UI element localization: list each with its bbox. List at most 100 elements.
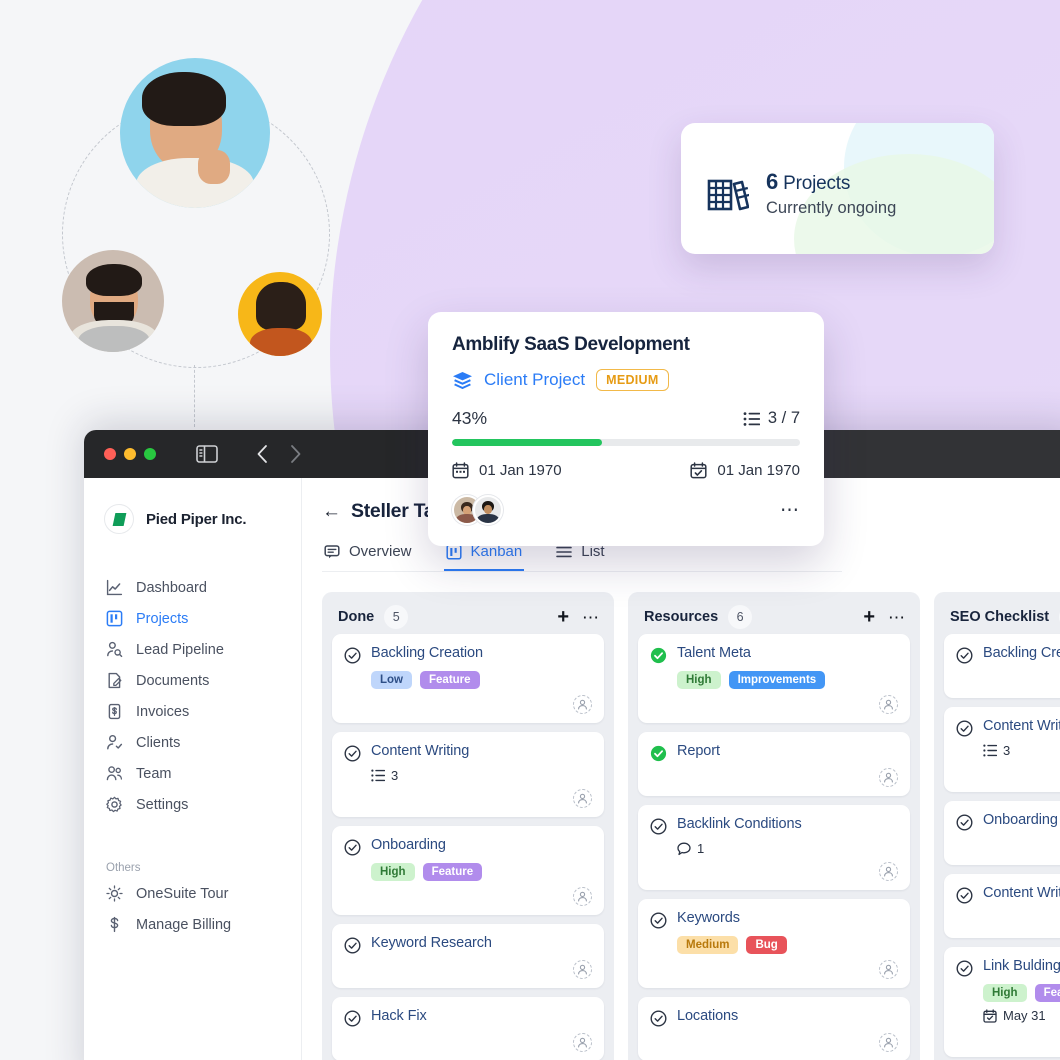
tab-label: Overview bbox=[349, 543, 412, 560]
close-window-button[interactable] bbox=[104, 448, 116, 460]
sidebar-item-projects[interactable]: Projects bbox=[84, 603, 301, 634]
tag: High bbox=[983, 984, 1027, 1002]
assignee-placeholder-icon[interactable] bbox=[879, 862, 898, 881]
sidebar-label: Dashboard bbox=[136, 579, 207, 596]
assignee-placeholder-icon[interactable] bbox=[879, 695, 898, 714]
dollar-icon bbox=[106, 916, 123, 933]
sidebar-item-clients[interactable]: Clients bbox=[84, 727, 301, 758]
assignee-placeholder-icon[interactable] bbox=[879, 960, 898, 979]
ellipsis-icon[interactable]: ⋯ bbox=[582, 609, 600, 626]
card-meta: 3 bbox=[371, 768, 592, 783]
sidebar-item-team[interactable]: Team bbox=[84, 758, 301, 789]
sidebar-item-dashboard[interactable]: Dashboard bbox=[84, 572, 301, 603]
kanban-card[interactable]: Hack Fix bbox=[332, 997, 604, 1060]
check-circle-icon[interactable] bbox=[344, 839, 361, 856]
column-count: 6 bbox=[728, 605, 753, 629]
sidebar-toggle-icon[interactable] bbox=[196, 445, 218, 463]
check-circle-icon[interactable] bbox=[650, 1010, 667, 1027]
card-title: Report bbox=[677, 743, 720, 759]
tag: Feature bbox=[422, 863, 483, 881]
kanban-card[interactable]: Keyword Research bbox=[332, 924, 604, 988]
sidebar-nav-list: Dashboard Projects Lead Pipeline Documen… bbox=[84, 572, 301, 820]
check-circle-icon[interactable] bbox=[956, 887, 973, 904]
assignee-placeholder-icon[interactable] bbox=[573, 1033, 592, 1052]
sidebar-label: Team bbox=[136, 765, 172, 782]
project-task-count: 3 / 7 bbox=[743, 409, 800, 428]
priority-badge: MEDIUM bbox=[596, 369, 669, 391]
card-tags: Medium Bug bbox=[677, 936, 898, 954]
sidebar-item-invoices[interactable]: Invoices bbox=[84, 696, 301, 727]
card-title: Backling Creation bbox=[371, 645, 483, 661]
sidebar-item-lead-pipeline[interactable]: Lead Pipeline bbox=[84, 634, 301, 665]
check-circle-icon[interactable] bbox=[956, 814, 973, 831]
assignee-placeholder-icon[interactable] bbox=[879, 768, 898, 787]
minimize-window-button[interactable] bbox=[124, 448, 136, 460]
sidebar-item-settings[interactable]: Settings bbox=[84, 789, 301, 820]
project-progress-bar bbox=[452, 439, 800, 446]
kanban-card[interactable]: Backlink Conditions 1 bbox=[638, 805, 910, 890]
project-detail-card[interactable]: Amblify SaaS Development Client Project … bbox=[428, 312, 824, 546]
brand-header[interactable]: Pied Piper Inc. bbox=[84, 496, 301, 542]
kanban-card[interactable]: Content Writing bbox=[944, 874, 1060, 938]
plus-icon[interactable]: + bbox=[557, 607, 569, 627]
kanban-card[interactable]: Talent Meta High Improvements bbox=[638, 634, 910, 723]
card-title: Backling Creation bbox=[983, 645, 1060, 661]
arrow-left-icon[interactable]: ← bbox=[322, 502, 341, 521]
kanban-card[interactable]: Onboarding High Feature bbox=[332, 826, 604, 915]
maximize-window-button[interactable] bbox=[144, 448, 156, 460]
check-circle-icon[interactable] bbox=[344, 745, 361, 762]
sidebar-label: Documents bbox=[136, 672, 210, 689]
check-circle-icon[interactable] bbox=[956, 720, 973, 737]
check-circle-icon[interactable] bbox=[344, 647, 361, 664]
sidebar-item-manage-billing[interactable]: Manage Billing bbox=[84, 909, 301, 940]
card-title: Hack Fix bbox=[371, 1008, 427, 1024]
kanban-card[interactable]: Link Bulding High Feature May 31 bbox=[944, 947, 1060, 1057]
traffic-light-buttons[interactable] bbox=[104, 448, 156, 460]
dashed-connector-stem bbox=[194, 365, 195, 427]
kanban-card[interactable]: Keywords Medium Bug bbox=[638, 899, 910, 988]
check-circle-icon[interactable] bbox=[344, 1010, 361, 1027]
assignee-placeholder-icon[interactable] bbox=[573, 695, 592, 714]
kanban-card[interactable]: Backling Creation Low Feature bbox=[332, 634, 604, 723]
sun-tour-icon bbox=[106, 885, 123, 902]
card-title: Onboarding bbox=[371, 837, 446, 853]
check-circle-icon[interactable] bbox=[650, 818, 667, 835]
kanban-card[interactable]: Locations bbox=[638, 997, 910, 1060]
assignee-placeholder-icon[interactable] bbox=[573, 789, 592, 808]
card-meta-text: May 31 bbox=[1003, 1008, 1046, 1023]
project-type[interactable]: Client Project bbox=[484, 370, 585, 390]
check-circle-icon[interactable] bbox=[344, 937, 361, 954]
check-filled-icon[interactable] bbox=[650, 647, 667, 664]
card-tags: High Feature bbox=[371, 863, 592, 881]
browser-forward-button[interactable] bbox=[290, 444, 302, 464]
column-count: 5 bbox=[384, 605, 409, 629]
assignee-placeholder-icon[interactable] bbox=[573, 960, 592, 979]
card-meta: 3 bbox=[983, 743, 1060, 758]
kanban-card[interactable]: Report bbox=[638, 732, 910, 796]
assignee-placeholder-icon[interactable] bbox=[573, 887, 592, 906]
project-more-options-button[interactable]: ⋯ bbox=[780, 499, 800, 522]
tag: Feature bbox=[1034, 984, 1060, 1002]
stat-subtitle: Currently ongoing bbox=[766, 199, 897, 217]
card-title: Content Writing bbox=[371, 743, 470, 759]
project-members-avatars[interactable] bbox=[452, 495, 503, 525]
check-circle-icon[interactable] bbox=[650, 912, 667, 929]
sidebar-item-documents[interactable]: Documents bbox=[84, 665, 301, 696]
check-circle-icon[interactable] bbox=[956, 960, 973, 977]
browser-back-button[interactable] bbox=[256, 444, 268, 464]
kanban-card[interactable]: Content Writing 3 bbox=[332, 732, 604, 817]
kanban-card[interactable]: Backling Creation bbox=[944, 634, 1060, 698]
calendar-icon bbox=[452, 462, 469, 479]
team-avatar-top bbox=[120, 58, 270, 208]
check-circle-icon[interactable] bbox=[956, 647, 973, 664]
ellipsis-icon[interactable]: ⋯ bbox=[888, 609, 906, 626]
assignee-placeholder-icon[interactable] bbox=[879, 1033, 898, 1052]
kanban-card[interactable]: Content Writing 3 bbox=[944, 707, 1060, 792]
sidebar-item-onesuite-tour[interactable]: OneSuite Tour bbox=[84, 878, 301, 909]
kanban-card[interactable]: Onboarding bbox=[944, 801, 1060, 865]
card-title: Onboarding bbox=[983, 812, 1058, 828]
projects-stat-card[interactable]: 6 Projects Currently ongoing bbox=[681, 123, 994, 254]
check-filled-icon[interactable] bbox=[650, 745, 667, 762]
plus-icon[interactable]: + bbox=[863, 607, 875, 627]
tab-overview[interactable]: Overview bbox=[322, 537, 414, 571]
